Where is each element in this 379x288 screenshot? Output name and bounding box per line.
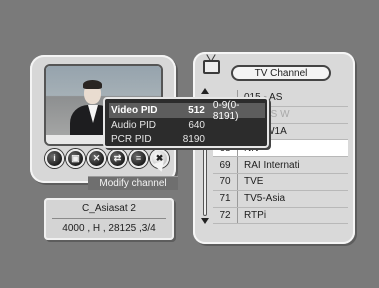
channel-name: RTPi [244,209,267,221]
channel-list-title[interactable]: TV Channel [231,65,331,81]
channel-list-panel: TV Channel 015 - ASSTERS WGJMW1A68NN69RA… [193,52,355,244]
satellite-name: C_Asiasat 2 [82,203,136,214]
column-divider [237,207,238,224]
video-pid-label: Video PID [111,105,158,116]
pcr-pid-label: PCR PID [111,134,152,145]
modify-channel-tooltip: Modify channel [88,176,178,190]
column-divider [237,190,238,207]
column-divider [237,157,238,173]
channel-name: TVE [244,176,264,188]
channel-number: 69 [219,159,231,171]
info-button[interactable]: i [45,149,64,168]
delete-button[interactable]: ✕ [87,149,106,168]
transponder-params: 4000 , H , 28125 ,3/4 [62,223,156,234]
tv-menu-screen: i ▣ ✕ ⇄ ≡ ✖ Modify channel Video PID 512 0-9(… [0,0,379,288]
skip-button[interactable]: ≡ [129,149,148,168]
delete-icon: ✕ [92,153,101,163]
lock-button[interactable]: ▣ [66,149,85,168]
channel-number: 70 [219,176,231,188]
channel-name: RAI Internati [244,159,300,171]
pcr-pid-row[interactable]: PCR PID 8190 [109,132,265,147]
move-icon: ⇄ [113,153,122,163]
channel-number: 72 [219,209,231,221]
channel-row[interactable]: 71 TV5-Asia [213,190,348,208]
satellite-info-box: C_Asiasat 2 4000 , H , 28125 ,3/4 [44,198,174,240]
audio-pid-row[interactable]: Audio PID 640 [109,118,265,133]
scroll-down-arrow-icon[interactable] [201,218,209,224]
channel-row[interactable]: 70 TVE [213,173,348,191]
info-icon: i [53,153,56,163]
scroll-up-arrow-icon[interactable] [201,88,209,94]
skip-icon: ≡ [135,153,142,163]
lock-icon: ▣ [71,153,80,163]
pid-edit-popup[interactable]: Video PID 512 0-9(0-8191) Audio PID 640 … [103,97,269,148]
video-pid-value[interactable]: 512 [171,105,205,116]
audio-pid-label: Audio PID [111,120,157,131]
channel-name: TV5-Asia [244,193,286,205]
channel-number: 71 [219,193,231,205]
satellite-divider [52,218,166,219]
edit-action-buttons: i ▣ ✕ ⇄ ≡ ✖ [45,149,169,168]
column-divider [237,173,238,190]
tv-icon [203,60,220,74]
move-button[interactable]: ⇄ [108,149,127,168]
audio-pid-value[interactable]: 640 [171,120,205,131]
pcr-pid-value[interactable]: 8190 [171,134,205,145]
channel-row[interactable]: 69 RAI Internati [213,157,348,174]
video-pid-row[interactable]: Video PID 512 0-9(0-8191) [109,100,265,122]
channel-row[interactable]: 72 RTPi [213,207,348,225]
